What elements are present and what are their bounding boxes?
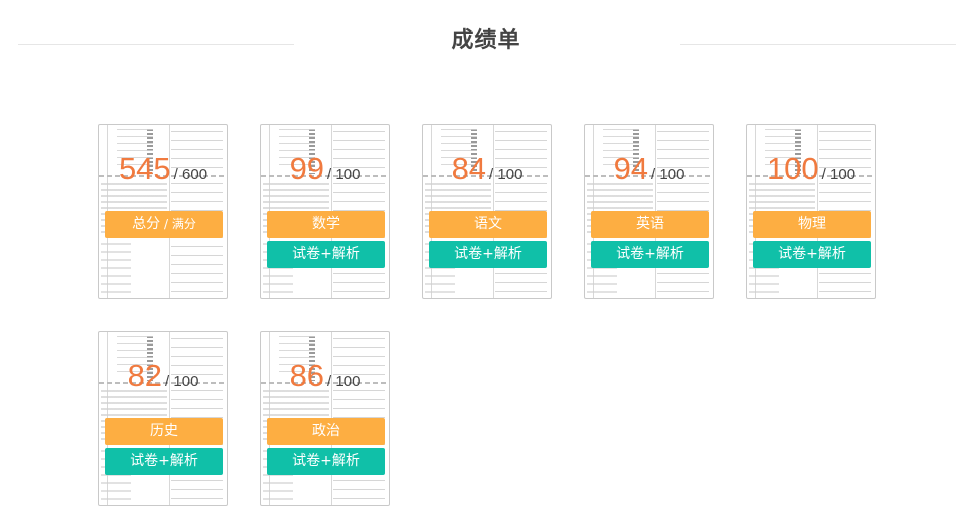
score-max: / 100 [489, 166, 523, 183]
subject-button-physics[interactable]: 物理 [753, 211, 871, 238]
paper-analysis-button-politics[interactable]: 试卷+解析 [267, 448, 385, 475]
score-display: 100/ 100 [747, 151, 875, 187]
subject-extra-label: / 满分 [160, 217, 196, 231]
page-title: 成绩单 [451, 28, 521, 53]
score-card-chinese: 84/ 100 语文 试卷+解析 [422, 124, 552, 299]
score-display: 86/ 100 [261, 358, 389, 394]
score-max: / 100 [327, 373, 361, 390]
paper-analysis-button-chinese[interactable]: 试卷+解析 [429, 241, 547, 268]
title-bar: 成绩单 [0, 0, 967, 80]
score-display: 94/ 100 [585, 151, 713, 187]
score-max: / 100 [821, 166, 856, 183]
score-value: 84 [451, 151, 487, 186]
paper-analysis-button-history[interactable]: 试卷+解析 [105, 448, 223, 475]
score-card-politics: 86/ 100 政治 试卷+解析 [260, 331, 390, 506]
score-value: 99 [289, 151, 325, 186]
subject-button-chinese[interactable]: 语文 [429, 211, 547, 238]
score-max: / 100 [327, 166, 361, 183]
score-max: / 100 [165, 373, 199, 390]
score-value: 94 [613, 151, 649, 186]
score-value: 100 [766, 151, 819, 186]
score-display: 99/ 100 [261, 151, 389, 187]
score-value: 82 [127, 358, 163, 393]
score-max: / 100 [651, 166, 685, 183]
paper-analysis-button-physics[interactable]: 试卷+解析 [753, 241, 871, 268]
paper-analysis-button-math[interactable]: 试卷+解析 [267, 241, 385, 268]
score-card-total: 545/ 600 总分 / 满分 [98, 124, 228, 299]
subject-label: 总分 [132, 216, 161, 232]
score-card-history: 82/ 100 历史 试卷+解析 [98, 331, 228, 506]
paper-analysis-button-english[interactable]: 试卷+解析 [591, 241, 709, 268]
subject-button-english[interactable]: 英语 [591, 211, 709, 238]
title-divider-right [680, 44, 956, 45]
score-card-english: 94/ 100 英语 试卷+解析 [584, 124, 714, 299]
score-card-math: 99/ 100 数学 试卷+解析 [260, 124, 390, 299]
subject-button-math[interactable]: 数学 [267, 211, 385, 238]
score-display: 84/ 100 [423, 151, 551, 187]
total-score-button[interactable]: 总分 / 满分 [105, 211, 223, 238]
subject-button-history[interactable]: 历史 [105, 418, 223, 445]
score-value: 86 [289, 358, 325, 393]
score-display: 545/ 600 [99, 151, 227, 187]
score-value: 545 [118, 151, 171, 186]
subject-button-politics[interactable]: 政治 [267, 418, 385, 445]
score-display: 82/ 100 [99, 358, 227, 394]
score-max: / 600 [173, 166, 208, 183]
score-card-physics: 100/ 100 物理 试卷+解析 [746, 124, 876, 299]
